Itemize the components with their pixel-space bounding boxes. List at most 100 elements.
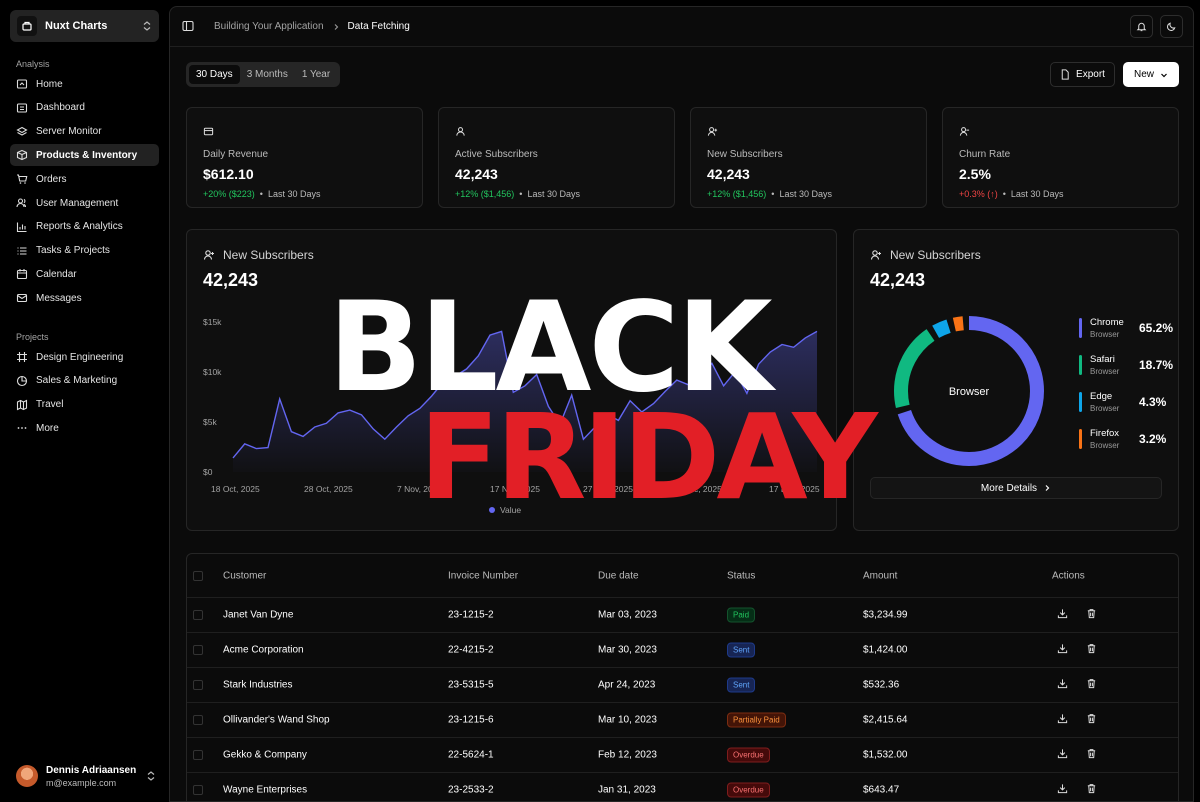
main-panel: Building Your Application Data Fetching … — [169, 6, 1194, 802]
table-row[interactable]: Stark Industries 23-5315-5 Apr 24, 2023 Sen… — [187, 668, 1178, 703]
row-checkbox[interactable] — [193, 785, 203, 795]
download-button[interactable] — [1057, 783, 1068, 797]
legend-value: 65.2% — [1139, 321, 1174, 335]
sidebar-item-label: Reports & Analytics — [36, 221, 123, 233]
sidebar-item-label: Sales & Marketing — [36, 375, 118, 387]
delete-button[interactable] — [1086, 713, 1097, 727]
theme-toggle-button[interactable] — [1160, 15, 1183, 38]
table-row[interactable]: Janet Van Dyne 23-1215-2 Mar 03, 2023 Paid $… — [187, 598, 1178, 633]
legend-value: 18.7% — [1139, 358, 1174, 372]
table-row[interactable]: Ollivander's Wand Shop 23-1215-6 Mar 10, 2… — [187, 703, 1178, 738]
status-badge: Overdue — [727, 782, 770, 798]
more-details-button[interactable]: More Details — [870, 477, 1162, 499]
sidebar-item-calendar[interactable]: Calendar — [10, 263, 159, 285]
sidebar-item-more[interactable]: More — [10, 417, 159, 439]
due-date-cell: Mar 30, 2023 — [598, 644, 657, 656]
sidebar-item-sales-marketing[interactable]: Sales & Marketing — [10, 370, 159, 392]
table-row[interactable]: Gekko & Company 22-5624-1 Feb 12, 2023 Over… — [187, 738, 1178, 773]
sidebar-item-design-engineering[interactable]: Design Engineering — [10, 346, 159, 368]
new-button[interactable]: New — [1123, 62, 1179, 87]
select-all-checkbox[interactable] — [193, 570, 203, 581]
range-tab-3-months[interactable]: 3 Months — [240, 65, 295, 84]
customer-cell: Ollivander's Wand Shop — [223, 714, 330, 726]
table-row[interactable]: Wayne Enterprises 23-2533-2 Jan 31, 2023 Ov… — [187, 773, 1178, 801]
customer-cell: Gekko & Company — [223, 749, 307, 761]
status-badge: Overdue — [727, 747, 770, 763]
sidebar-item-home[interactable]: Home — [10, 73, 159, 95]
x-tick-label: 27 Nov, 2025 — [583, 484, 633, 494]
row-checkbox[interactable] — [193, 715, 203, 725]
row-checkbox[interactable] — [193, 645, 203, 655]
dashboard-icon — [16, 103, 28, 113]
download-button[interactable] — [1057, 678, 1068, 692]
sidebar-item-orders[interactable]: Orders — [10, 168, 159, 190]
status-badge: Sent — [727, 677, 756, 693]
sidebar-item-tasks-projects[interactable]: Tasks & Projects — [10, 240, 159, 262]
delete-button[interactable] — [1086, 783, 1097, 797]
range-tab-30-days[interactable]: 30 Days — [189, 65, 240, 84]
team-switcher[interactable]: Nuxt Charts — [10, 10, 159, 42]
donut-center-label: Browser — [949, 386, 990, 398]
column-header: Customer — [223, 570, 267, 581]
sidebar-item-dashboard[interactable]: Dashboard — [10, 97, 159, 119]
delete-button[interactable] — [1086, 748, 1097, 762]
y-tick-label: $5k — [203, 417, 217, 427]
legend-label: Value — [500, 505, 521, 515]
sidebar-item-travel[interactable]: Travel — [10, 394, 159, 416]
stat-period: Last 30 Days — [779, 189, 832, 199]
stat-label: New Subscribers — [707, 149, 783, 160]
legend-swatch — [1079, 318, 1082, 338]
legend-item-safari: Safari Browser 18.7% — [1079, 354, 1173, 376]
invoice-cell: 22-4215-2 — [448, 644, 494, 656]
download-icon — [1057, 784, 1068, 794]
customer-cell: Wayne Enterprises — [223, 784, 308, 796]
delete-button[interactable] — [1086, 678, 1097, 692]
breadcrumb-item[interactable]: Building Your Application — [214, 21, 324, 32]
trash-icon — [1087, 749, 1096, 759]
delete-button[interactable] — [1086, 643, 1097, 657]
export-button[interactable]: Export — [1050, 62, 1115, 87]
due-date-cell: Feb 12, 2023 — [598, 749, 657, 761]
user-plus-icon — [707, 127, 718, 136]
delete-button[interactable] — [1086, 608, 1097, 622]
amount-cell: $643.47 — [863, 784, 900, 796]
download-icon — [1057, 749, 1068, 759]
row-checkbox[interactable] — [193, 750, 203, 760]
stat-period: Last 30 Days — [527, 189, 580, 199]
card-icon — [203, 127, 214, 136]
column-header: Due date — [598, 570, 639, 581]
y-tick-label: $0 — [203, 467, 213, 477]
user-menu[interactable]: Dennis Adriaansen m@example.com — [16, 760, 156, 792]
export-label: Export — [1076, 69, 1105, 80]
download-button[interactable] — [1057, 643, 1068, 657]
sidebar-item-label: Home — [36, 78, 63, 90]
sidebar-item-label: Tasks & Projects — [36, 245, 110, 257]
sidebar-item-user-management[interactable]: User Management — [10, 192, 159, 214]
amount-cell: $3,234.99 — [863, 609, 908, 621]
table-header: Customer Invoice Number Due date Status Amou… — [187, 554, 1178, 598]
stat-label: Churn Rate — [959, 149, 1011, 160]
more-icon — [17, 427, 27, 430]
table-row[interactable]: Acme Corporation 22-4215-2 Mar 30, 2023 Sen… — [187, 633, 1178, 668]
row-checkbox[interactable] — [193, 680, 203, 690]
box-icon — [16, 150, 28, 161]
row-checkbox[interactable] — [193, 610, 203, 620]
download-button[interactable] — [1057, 748, 1068, 762]
download-button[interactable] — [1057, 608, 1068, 622]
legend-name: Chrome — [1090, 317, 1124, 328]
sidebar-item-label: Design Engineering — [36, 351, 124, 363]
legend-value: 4.3% — [1139, 395, 1167, 409]
download-button[interactable] — [1057, 713, 1068, 727]
notifications-button[interactable] — [1130, 15, 1153, 38]
customer-cell: Stark Industries — [223, 679, 293, 691]
sidebar-item-server-monitor[interactable]: Server Monitor — [10, 121, 159, 143]
sidebar-item-products-inventory[interactable]: Products & Inventory — [10, 144, 159, 167]
range-tab-1-year[interactable]: 1 Year — [295, 65, 337, 84]
new-label: New — [1133, 69, 1154, 80]
user-icon — [456, 127, 465, 136]
sidebar-item-messages[interactable]: Messages — [10, 287, 159, 309]
sidebar-item-reports-analytics[interactable]: Reports & Analytics — [10, 216, 159, 238]
amount-cell: $1,532.00 — [863, 749, 908, 761]
sidebar-toggle-icon[interactable] — [182, 20, 194, 32]
topbar: Building Your Application Data Fetching — [170, 7, 1193, 47]
